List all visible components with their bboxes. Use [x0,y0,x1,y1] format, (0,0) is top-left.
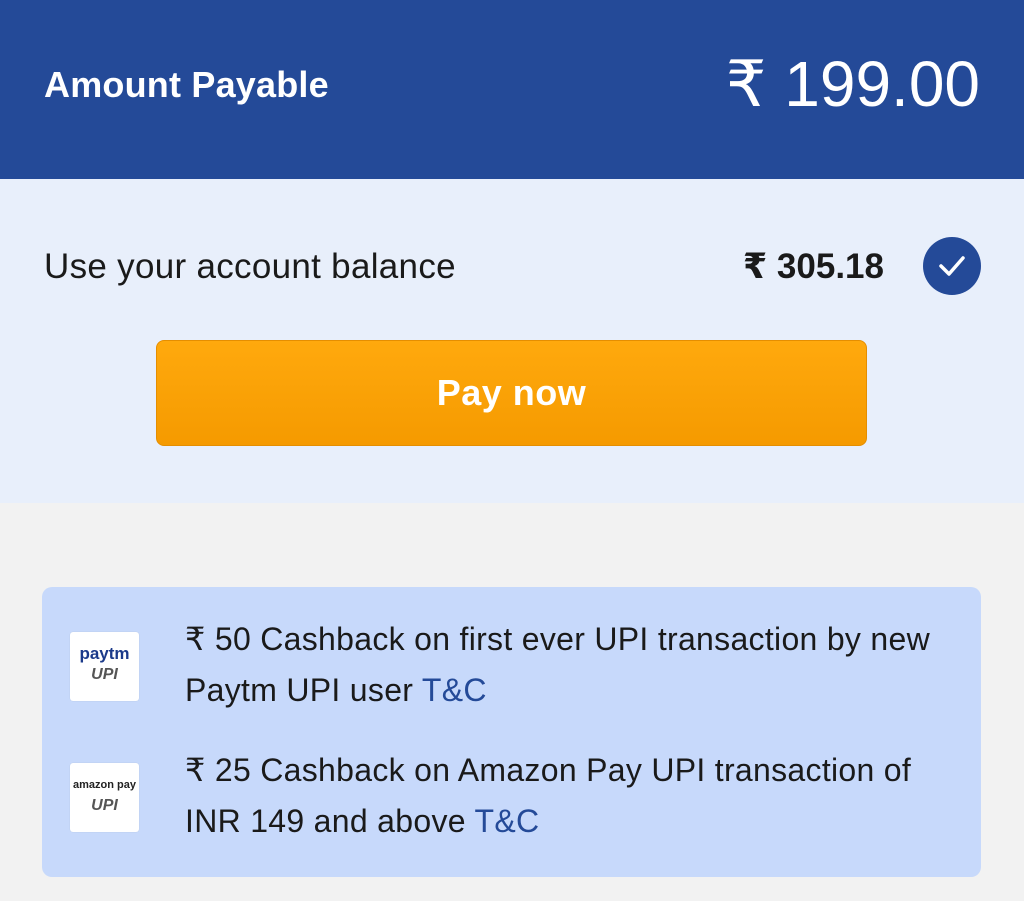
amazon-pay-upi-logo: amazon pay UPI [70,763,139,832]
offer-description: ₹ 25 Cashback on Amazon Pay UPI transact… [185,752,912,839]
pay-now-button[interactable]: Pay now [156,340,867,446]
amazon-pay-logo-text: amazon pay [73,779,136,791]
terms-link[interactable]: T&C [474,803,539,839]
offer-description: ₹ 50 Cashback on first ever UPI transact… [185,621,931,708]
upi-logo-text: UPI [91,666,118,683]
account-balance-amount: ₹ 305.18 [742,247,884,286]
balance-section: Use your account balance ₹ 305.18 Pay no… [0,179,1024,503]
amount-payable-label: Amount Payable [44,64,329,105]
offers-panel: paytm UPI ₹ 50 Cashback on first ever UP… [42,587,981,877]
checkmark-icon [939,256,965,276]
paytm-logo-text: paytm [79,644,130,663]
offer-text: ₹ 50 Cashback on first ever UPI transact… [185,614,955,716]
upi-logo-text: UPI [91,797,118,814]
amount-payable-value: ₹ 199.00 [725,48,980,120]
account-balance-label: Use your account balance [44,247,456,286]
amount-payable-header: Amount Payable ₹ 199.00 [0,0,1024,179]
terms-link[interactable]: T&C [422,672,487,708]
offer-text: ₹ 25 Cashback on Amazon Pay UPI transact… [185,745,955,847]
paytm-upi-logo: paytm UPI [70,632,139,701]
balance-checkbox[interactable] [923,237,981,295]
